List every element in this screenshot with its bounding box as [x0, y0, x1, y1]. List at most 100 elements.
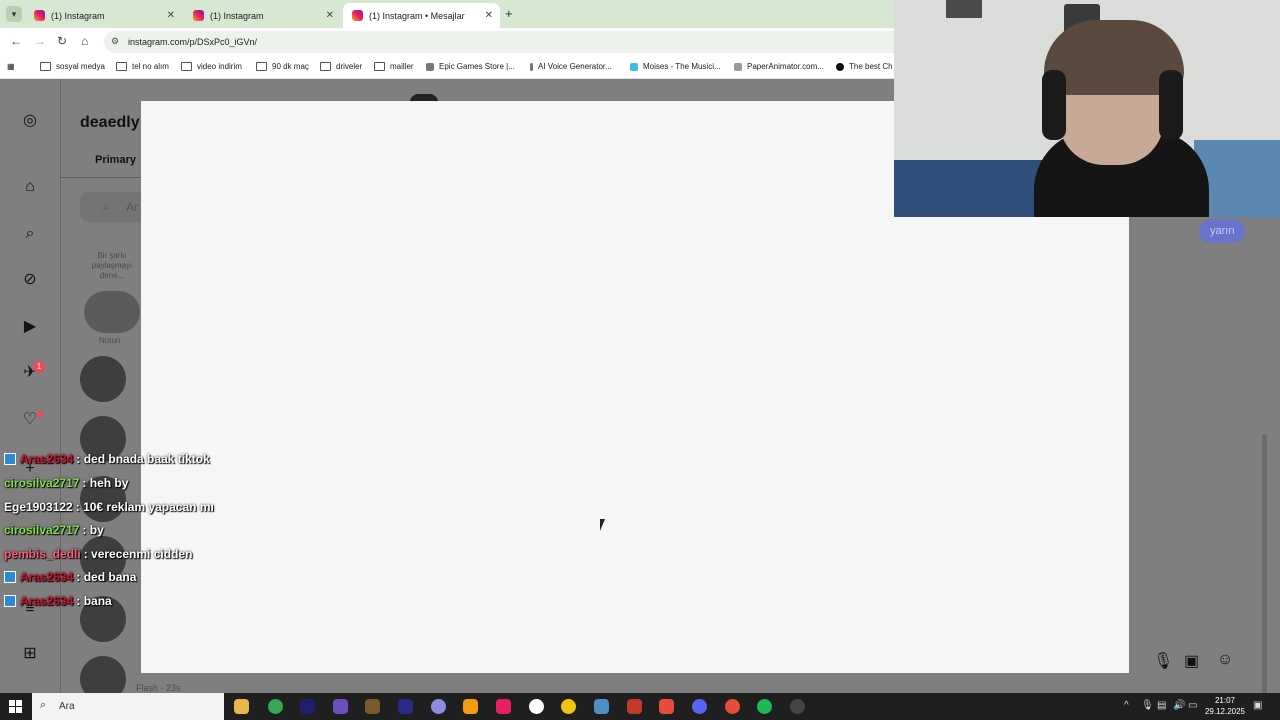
bookmark-link[interactable]: AI Voice Generator...	[530, 62, 612, 71]
microphone-icon[interactable]: 🎙	[1141, 700, 1154, 711]
chat-site-icon	[836, 62, 844, 71]
browser-tab[interactable]: (1) Instagram ✕	[184, 3, 341, 28]
app-icon[interactable]	[431, 699, 446, 714]
app-icon[interactable]	[594, 699, 609, 714]
display-icon[interactable]: ▭	[1188, 700, 1197, 711]
chat-username: Ege1903122	[4, 500, 73, 514]
note-bubble[interactable]: Bir şarkı paylaşmayı dene...	[84, 251, 140, 281]
bookmark-folder[interactable]: mailler	[374, 62, 414, 71]
bookmark-folder[interactable]: tel no alım	[116, 62, 169, 71]
message-bubble: yarın	[1199, 219, 1246, 243]
close-tab-icon[interactable]: ✕	[167, 10, 175, 21]
apps-icon[interactable]: ⊞	[20, 644, 40, 664]
chat-badge-icon	[4, 595, 16, 607]
new-tab-button[interactable]: +	[505, 6, 513, 21]
close-tab-icon[interactable]: ✕	[326, 10, 334, 21]
discord-icon[interactable]	[692, 699, 707, 714]
chat-message: cirosilva2717 : by	[4, 523, 104, 537]
notification-badge: 1	[33, 361, 45, 373]
chat-username: cirosilva2717	[4, 523, 80, 537]
app-icon[interactable]	[529, 699, 544, 714]
home-icon[interactable]: ⌂	[20, 177, 40, 197]
brave-icon[interactable]	[333, 699, 348, 714]
obs-icon[interactable]	[790, 699, 805, 714]
spotify-icon[interactable]	[757, 699, 772, 714]
app-icon[interactable]	[365, 699, 380, 714]
headset-icon	[1042, 70, 1066, 140]
folder-icon	[374, 62, 385, 71]
taskbar-search-input[interactable]: ⌕ Ara	[32, 693, 224, 720]
taskbar-clock[interactable]: 21:07 29.12.2025	[1201, 695, 1249, 717]
bookmark-folder[interactable]: 90 dk maç	[256, 62, 309, 71]
conversation-preview: Flash · 23s	[136, 683, 181, 693]
chat-message: Aras2634 : ded bana	[4, 570, 136, 584]
after-effects-icon[interactable]	[300, 699, 315, 714]
search-placeholder: Ar	[126, 200, 138, 214]
mouse-cursor-icon	[600, 519, 610, 531]
taskbar-search-placeholder: Ara	[59, 701, 75, 712]
explore-icon[interactable]: ⊘	[20, 270, 40, 290]
network-icon[interactable]: ▤	[1157, 700, 1166, 711]
bookmark-link[interactable]: The best Ch	[836, 62, 893, 71]
chat-message: Aras2634 : ded bnada baak tiktok	[4, 452, 210, 466]
chat-username: cirosilva2717	[4, 476, 80, 490]
tab-search-dropdown[interactable]: ▾	[6, 6, 22, 22]
chat-message: pembis_dedli : verecenmi cidden	[4, 547, 192, 561]
chat-message: Ege1903122 : 10€ reklam yapacan mı	[4, 500, 214, 514]
app-icon[interactable]	[659, 699, 674, 714]
chrome-icon[interactable]	[268, 699, 283, 714]
reels-icon[interactable]: ▶	[20, 317, 40, 337]
browser-tab[interactable]: (1) Instagram ✕	[25, 3, 182, 28]
chat-text: : ded bnada baak tiktok	[76, 452, 210, 466]
folder-icon	[181, 62, 192, 71]
account-username[interactable]: deaedly	[80, 114, 140, 132]
sticker-icon[interactable]: ☺	[1217, 651, 1233, 669]
windows-start-icon[interactable]	[9, 700, 22, 713]
chat-username: Aras2634	[20, 570, 74, 584]
tray-arrow-icon[interactable]: ^	[1124, 700, 1129, 711]
file-explorer-icon[interactable]	[234, 699, 249, 714]
headset-icon	[1159, 70, 1183, 140]
browser-tab-active[interactable]: (1) Instagram • Mesajlar ✕	[343, 3, 500, 28]
folder-icon	[256, 62, 267, 71]
apps-grid-icon[interactable]: ▦	[7, 62, 15, 71]
chat-username: Aras2634	[20, 594, 74, 608]
avatar[interactable]	[84, 291, 140, 333]
bookmark-folder[interactable]: sosyal medya	[40, 62, 105, 71]
scrollbar[interactable]	[1262, 434, 1267, 694]
instagram-favicon-icon	[352, 10, 363, 21]
chat-badge-icon	[4, 571, 16, 583]
site-info-icon[interactable]: ⚙	[111, 36, 119, 47]
chat-username: Aras2634	[20, 452, 74, 466]
app-icon[interactable]	[627, 699, 642, 714]
chat-message: Aras2634 : bana	[4, 594, 112, 608]
bookmark-link[interactable]: PaperAnimator.com...	[734, 62, 824, 71]
vlc-icon[interactable]	[463, 699, 478, 714]
app-icon[interactable]	[561, 699, 576, 714]
chat-text: : bana	[76, 594, 112, 608]
bookmark-folder[interactable]: driveler	[320, 62, 362, 71]
search-icon[interactable]: ⌕	[20, 224, 40, 244]
media-encoder-icon[interactable]	[398, 699, 413, 714]
tiktok-icon[interactable]	[496, 699, 511, 714]
notification-center-icon[interactable]: ▣	[1253, 700, 1262, 711]
forward-icon[interactable]: →	[34, 34, 46, 48]
bookmark-folder[interactable]: video indirim	[181, 62, 242, 71]
webcam-poster	[946, 0, 982, 18]
paperanimator-icon	[734, 62, 742, 71]
tab-primary[interactable]: Primary	[95, 154, 136, 166]
windows-taskbar: ⌕ Ara ^ 🎙 ▤ 🔊 ▭ 21:07 29.12.2025 ▣	[0, 693, 1280, 720]
instagram-logo-icon[interactable]: ◎	[20, 111, 40, 131]
bookmark-link[interactable]: Moises - The Musici...	[630, 62, 721, 71]
conversation-avatar[interactable]	[80, 356, 126, 402]
folder-icon	[320, 62, 331, 71]
image-icon[interactable]: ▣	[1184, 651, 1199, 671]
app-icon[interactable]	[725, 699, 740, 714]
bookmark-link[interactable]: Epic Games Store |...	[426, 62, 515, 71]
reload-icon[interactable]: ↻	[57, 34, 67, 48]
volume-icon[interactable]: 🔊	[1173, 700, 1185, 711]
close-tab-icon[interactable]: ✕	[485, 10, 493, 21]
home-icon[interactable]: ⌂	[81, 34, 88, 48]
back-icon[interactable]: ←	[10, 34, 22, 48]
microphone-icon[interactable]: 🎙	[1153, 651, 1173, 671]
